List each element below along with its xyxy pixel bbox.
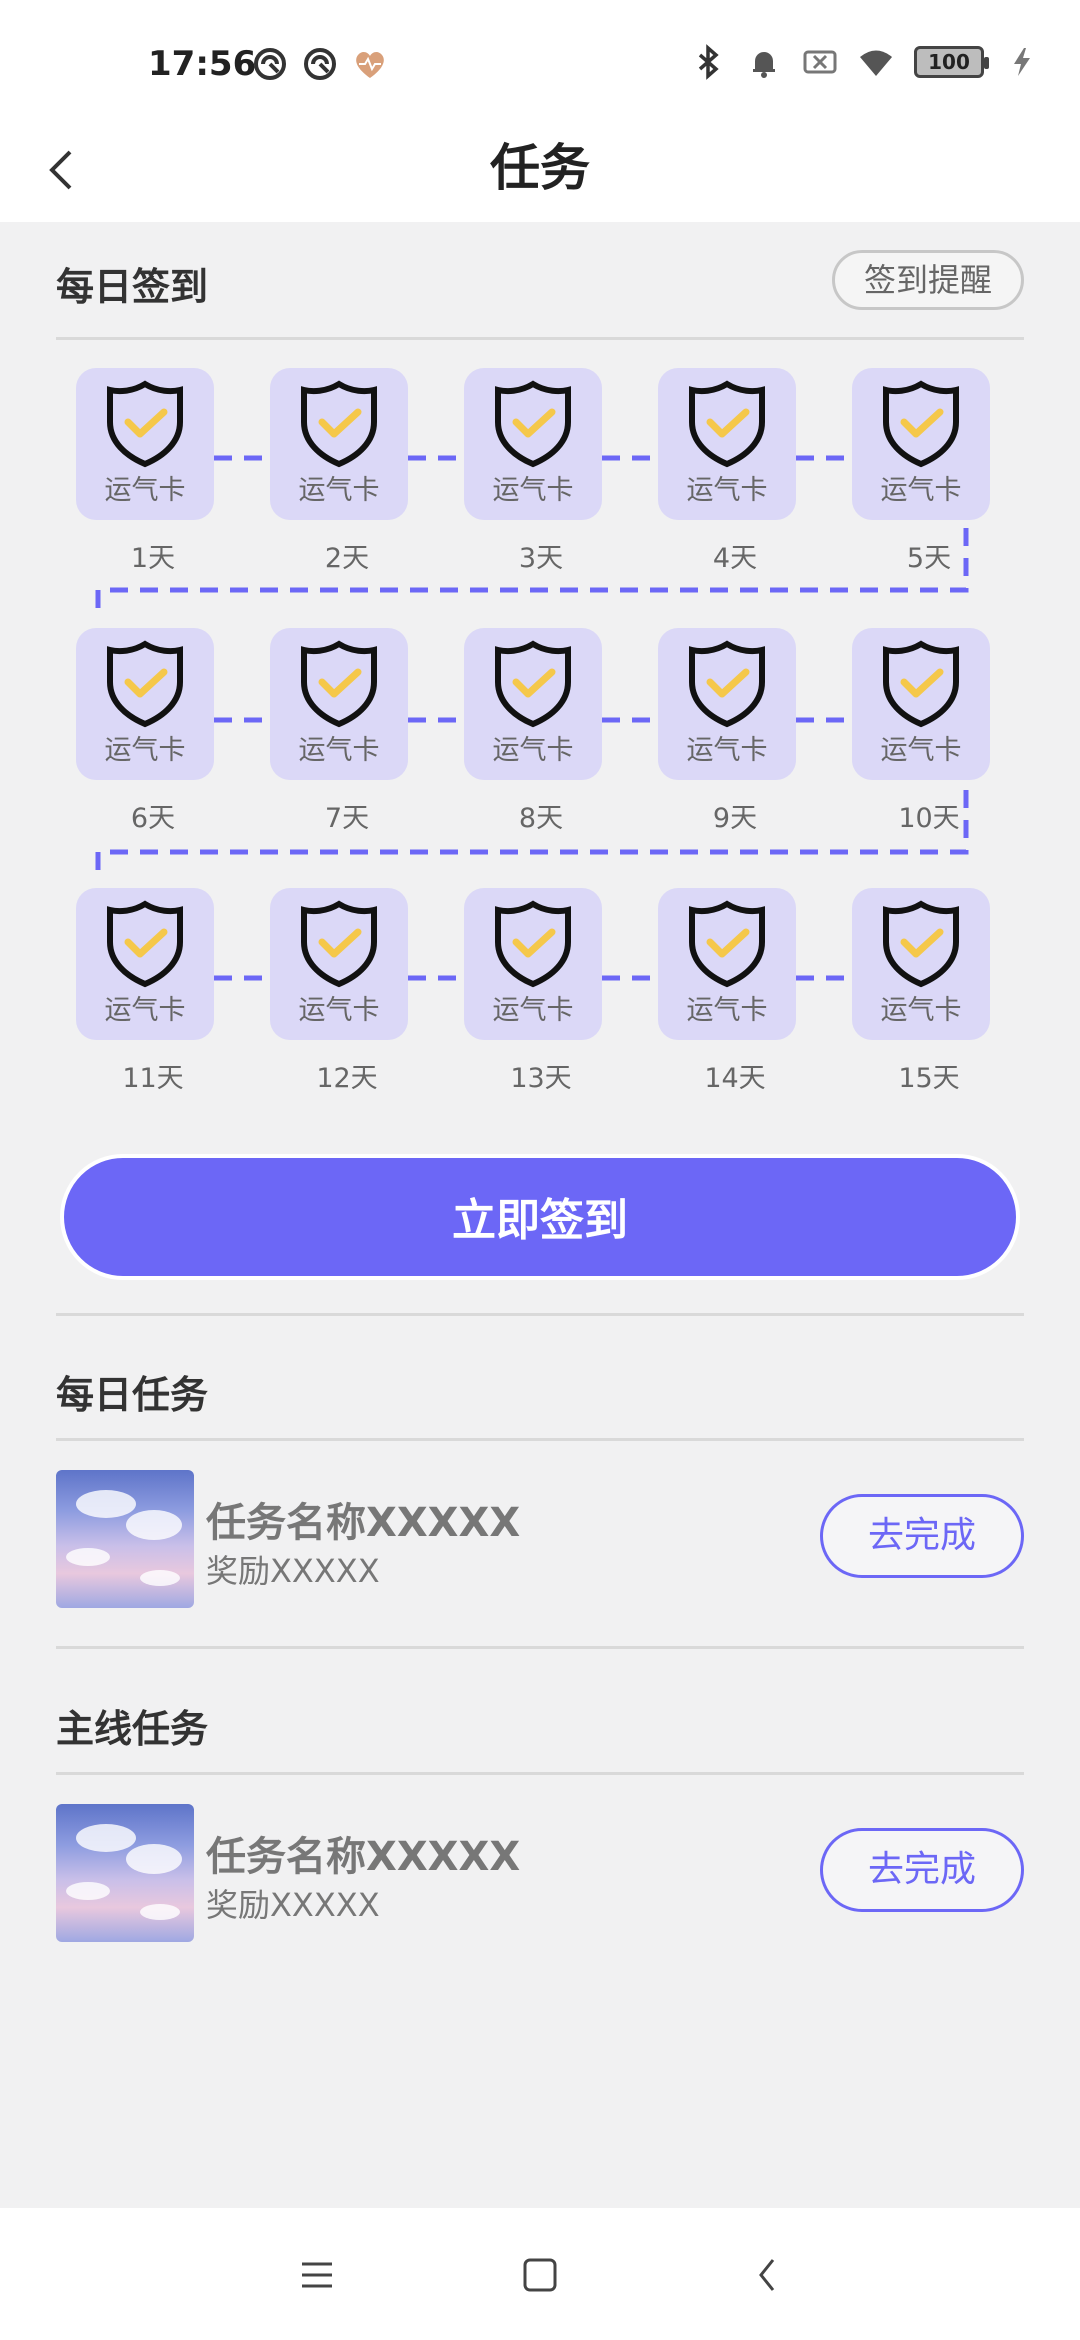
shield-check-icon	[107, 900, 183, 988]
luck-card-label: 运气卡	[298, 995, 380, 1026]
task-thumbnail	[56, 1470, 194, 1608]
checkin-day-card[interactable]: 运气卡	[464, 368, 602, 520]
luck-card-label: 运气卡	[880, 995, 962, 1026]
shield-check-icon	[301, 640, 377, 728]
checkin-day-label: 4天	[712, 543, 758, 574]
menu-icon[interactable]	[290, 2248, 344, 2302]
luck-card-label: 运气卡	[298, 475, 380, 506]
luck-card-label: 运气卡	[104, 735, 186, 766]
luck-card-label: 运气卡	[686, 995, 768, 1026]
checkin-day-label: 3天	[518, 543, 564, 574]
task-thumbnail	[56, 1804, 194, 1942]
checkin-day-label: 15天	[898, 1063, 960, 1094]
checkin-day-card[interactable]: 运气卡	[464, 888, 602, 1040]
checkin-day-card[interactable]: 运气卡	[852, 368, 990, 520]
checkin-day-card[interactable]: 运气卡	[76, 368, 214, 520]
checkin-day-label: 11天	[122, 1063, 184, 1094]
shield-check-icon	[883, 640, 959, 728]
back-triangle-icon[interactable]	[741, 2248, 795, 2302]
task-name: 任务名称XXXXX	[206, 1500, 521, 1546]
task-reward: 奖励XXXXX	[206, 1552, 380, 1590]
shield-check-icon	[301, 900, 377, 988]
shield-check-icon	[107, 640, 183, 728]
main-tasks-divider	[56, 1772, 1024, 1775]
checkin-day-card[interactable]: 运气卡	[76, 628, 214, 780]
checkin-bottom-divider	[56, 1313, 1024, 1316]
checkin-day-card[interactable]: 运气卡	[852, 628, 990, 780]
shield-check-icon	[495, 380, 571, 468]
checkin-day-card[interactable]: 运气卡	[658, 888, 796, 1040]
luck-card-label: 运气卡	[880, 735, 962, 766]
task-name: 任务名称XXXXX	[206, 1834, 521, 1880]
shield-check-icon	[689, 640, 765, 728]
checkin-day-card[interactable]: 运气卡	[658, 628, 796, 780]
system-nav-bar	[0, 2208, 1080, 2340]
home-square-icon[interactable]	[513, 2248, 567, 2302]
shield-check-icon	[883, 900, 959, 988]
task-reward: 奖励XXXXX	[206, 1886, 380, 1924]
go-complete-button[interactable]: 去完成	[820, 1828, 1024, 1912]
checkin-day-label: 9天	[712, 803, 758, 834]
checkin-day-card[interactable]: 运气卡	[270, 628, 408, 780]
checkin-day-card[interactable]: 运气卡	[852, 888, 990, 1040]
checkin-day-card[interactable]: 运气卡	[464, 628, 602, 780]
task-row: 任务名称XXXXX 奖励XXXXX 去完成	[56, 1804, 1024, 1944]
shield-check-icon	[301, 380, 377, 468]
shield-check-icon	[107, 380, 183, 468]
checkin-day-label: 1天	[130, 543, 176, 574]
shield-check-icon	[689, 380, 765, 468]
checkin-day-card[interactable]: 运气卡	[76, 888, 214, 1040]
shield-check-icon	[495, 640, 571, 728]
luck-card-label: 运气卡	[492, 735, 574, 766]
checkin-day-label: 12天	[316, 1063, 378, 1094]
daily-tasks-bottom-divider	[56, 1646, 1024, 1649]
daily-tasks-title: 每日任务	[56, 1373, 209, 1417]
luck-card-label: 运气卡	[298, 735, 380, 766]
luck-card-label: 运气卡	[686, 475, 768, 506]
shield-check-icon	[495, 900, 571, 988]
luck-card-label: 运气卡	[880, 475, 962, 506]
luck-card-label: 运气卡	[104, 475, 186, 506]
shield-check-icon	[883, 380, 959, 468]
luck-card-label: 运气卡	[492, 475, 574, 506]
checkin-day-label: 2天	[324, 543, 370, 574]
task-row: 任务名称XXXXX 奖励XXXXX 去完成	[56, 1470, 1024, 1610]
luck-card-label: 运气卡	[686, 735, 768, 766]
checkin-day-card[interactable]: 运气卡	[270, 368, 408, 520]
daily-tasks-divider	[56, 1438, 1024, 1441]
checkin-day-card[interactable]: 运气卡	[658, 368, 796, 520]
main-tasks-title: 主线任务	[56, 1707, 209, 1751]
checkin-day-label: 14天	[704, 1063, 766, 1094]
luck-card-label: 运气卡	[104, 995, 186, 1026]
checkin-day-label: 6天	[130, 803, 176, 834]
checkin-day-label: 13天	[510, 1063, 572, 1094]
luck-card-label: 运气卡	[492, 995, 574, 1026]
checkin-now-button[interactable]: 立即签到	[60, 1154, 1020, 1280]
checkin-day-label: 5天	[906, 543, 952, 574]
checkin-day-label: 10天	[898, 803, 960, 834]
checkin-day-label: 7天	[324, 803, 370, 834]
go-complete-button[interactable]: 去完成	[820, 1494, 1024, 1578]
checkin-day-card[interactable]: 运气卡	[270, 888, 408, 1040]
checkin-day-label: 8天	[518, 803, 564, 834]
shield-check-icon	[689, 900, 765, 988]
